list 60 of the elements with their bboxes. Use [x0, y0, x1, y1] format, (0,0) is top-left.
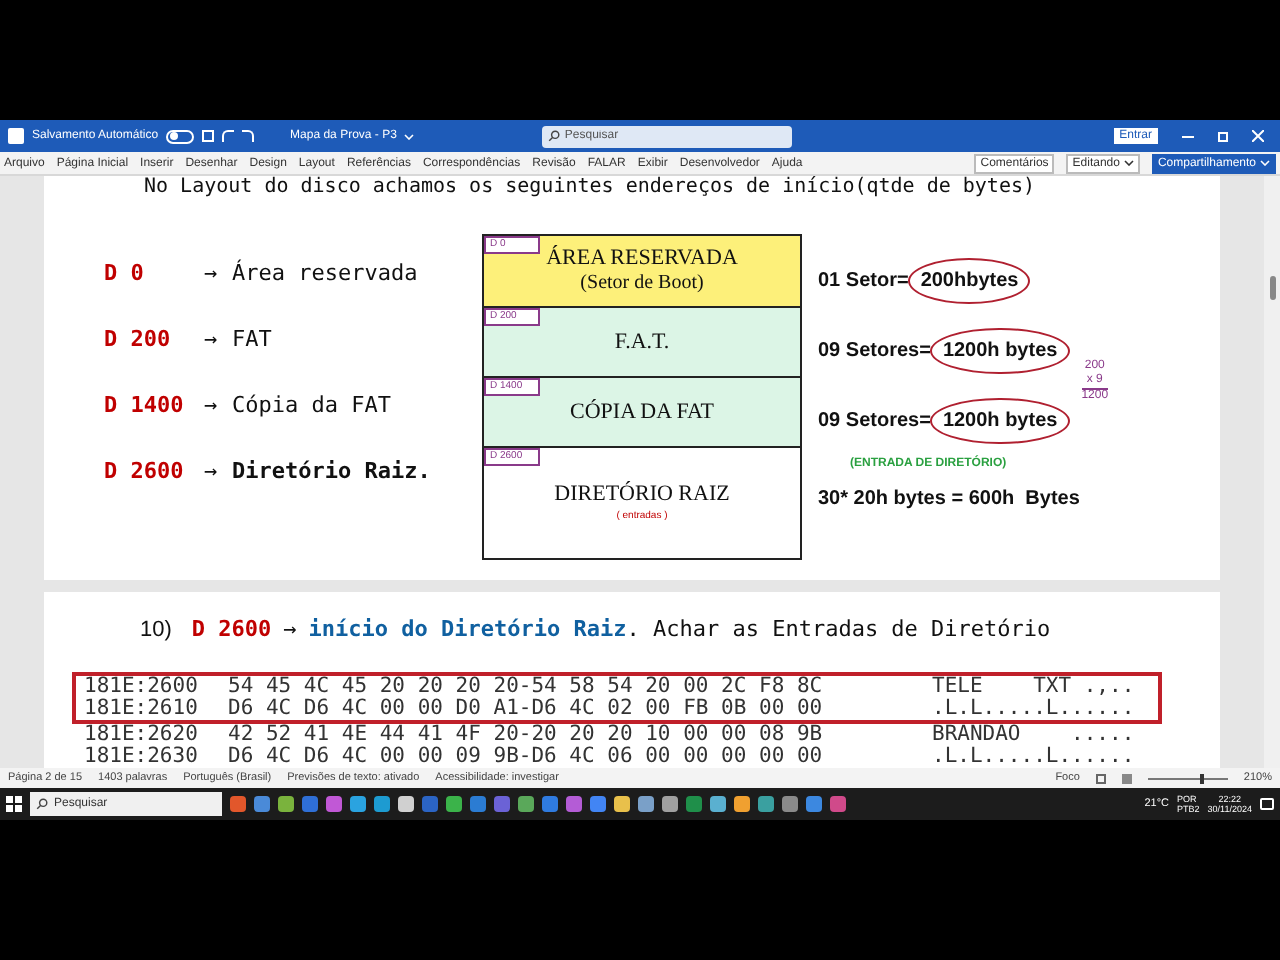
arrow-text: →	[204, 324, 220, 356]
topic-text: início do Diretório Raiz	[308, 616, 627, 644]
dump-ascii: TELE TXT .,..	[932, 676, 1135, 698]
windows-start-icon[interactable]	[6, 796, 22, 812]
address-label: D 1400	[104, 390, 186, 422]
address-label: D 2600	[191, 616, 272, 644]
search-icon	[36, 798, 48, 810]
notification-icon[interactable]	[1260, 798, 1274, 810]
dump-address: 181E:2620	[84, 724, 200, 746]
arrow-text: →	[204, 258, 220, 290]
undo-icon[interactable]	[222, 130, 235, 142]
area-label: Área reservada	[232, 258, 418, 290]
caret-icon	[1123, 160, 1134, 166]
caret-icon	[1260, 160, 1270, 166]
sector-label: 01 Setor=	[818, 268, 909, 296]
close-icon[interactable]	[1252, 130, 1264, 142]
address-label: D 0	[104, 258, 146, 290]
area-label: FAT	[232, 324, 272, 356]
dump-ascii: .L.L.....L......	[932, 698, 1135, 720]
redo-icon[interactable]	[242, 130, 255, 142]
area-subtitle: (Setor de Boot)	[580, 272, 704, 296]
view-icon[interactable]	[1095, 773, 1106, 783]
sector-label: 09 Setores=	[818, 338, 931, 366]
zoom-slider-thumb[interactable]	[1199, 773, 1204, 783]
dump-address: 181E:2610	[84, 698, 200, 720]
arrow-text: →	[204, 456, 220, 488]
byte-size-ellipse: 1200h bytes	[930, 328, 1070, 374]
save-icon[interactable]	[202, 130, 215, 142]
dump-bytes: D6 4C D6 4C 00 00 09 9B-D6 4C 06 00 00 00 00 00	[228, 746, 825, 768]
view-icon[interactable]	[1121, 773, 1132, 783]
search-icon	[548, 130, 561, 142]
dump-ascii: .L.L.....L......	[932, 746, 1135, 768]
dump-bytes: 42 52 41 4E 44 41 4F 20-20 20 20 10 00 00 08 9B	[228, 724, 825, 746]
heading-text: No Layout do disco achamos os seguintes endereços de início(qtde de bytes)	[142, 176, 1038, 200]
arrow-text: →	[204, 390, 220, 422]
dump-address: 181E:2630	[84, 746, 200, 768]
byte-size-ellipse: 200hbytes	[908, 258, 1031, 304]
sector-label: 09 Setores=	[818, 408, 931, 436]
instruction-text: . Achar as Entradas de Diretório	[626, 616, 1051, 644]
address-label: D 2600	[104, 456, 186, 488]
area-label: Diretório Raiz.	[232, 456, 431, 488]
item-number: 10)	[140, 616, 172, 644]
address-label: D 200	[104, 324, 173, 356]
area-title: DIRETÓRIO RAIZ	[554, 482, 730, 508]
byte-size-ellipse: 1200h bytes	[930, 398, 1070, 444]
minimize-icon[interactable]	[1182, 135, 1194, 137]
autosave-toggle[interactable]	[166, 129, 195, 143]
vertical-scrollbar[interactable]	[1264, 176, 1280, 768]
area-title: F.A.T.	[614, 329, 670, 355]
restore-icon[interactable]	[1218, 131, 1228, 141]
dump-address: 181E:2600	[84, 676, 200, 698]
caret-icon[interactable]	[404, 133, 415, 139]
formula-text: 30* 20h bytes = 600h Bytes	[818, 486, 1082, 514]
area-title: ÁREA RESERVADA	[546, 246, 738, 272]
area-title: CÓPIA DA FAT	[570, 399, 714, 425]
dump-bytes: D6 4C D6 4C 00 00 D0 A1-D6 4C 02 00 FB 0B 00 00	[228, 698, 825, 720]
area-label: Cópia da FAT	[232, 390, 391, 422]
dump-bytes: 54 45 4C 45 20 20 20 20-54 58 54 20 00 2C F8 8C	[228, 676, 825, 698]
dump-ascii: BRANDAO .....	[932, 724, 1135, 746]
arrow-text: →	[283, 616, 297, 644]
